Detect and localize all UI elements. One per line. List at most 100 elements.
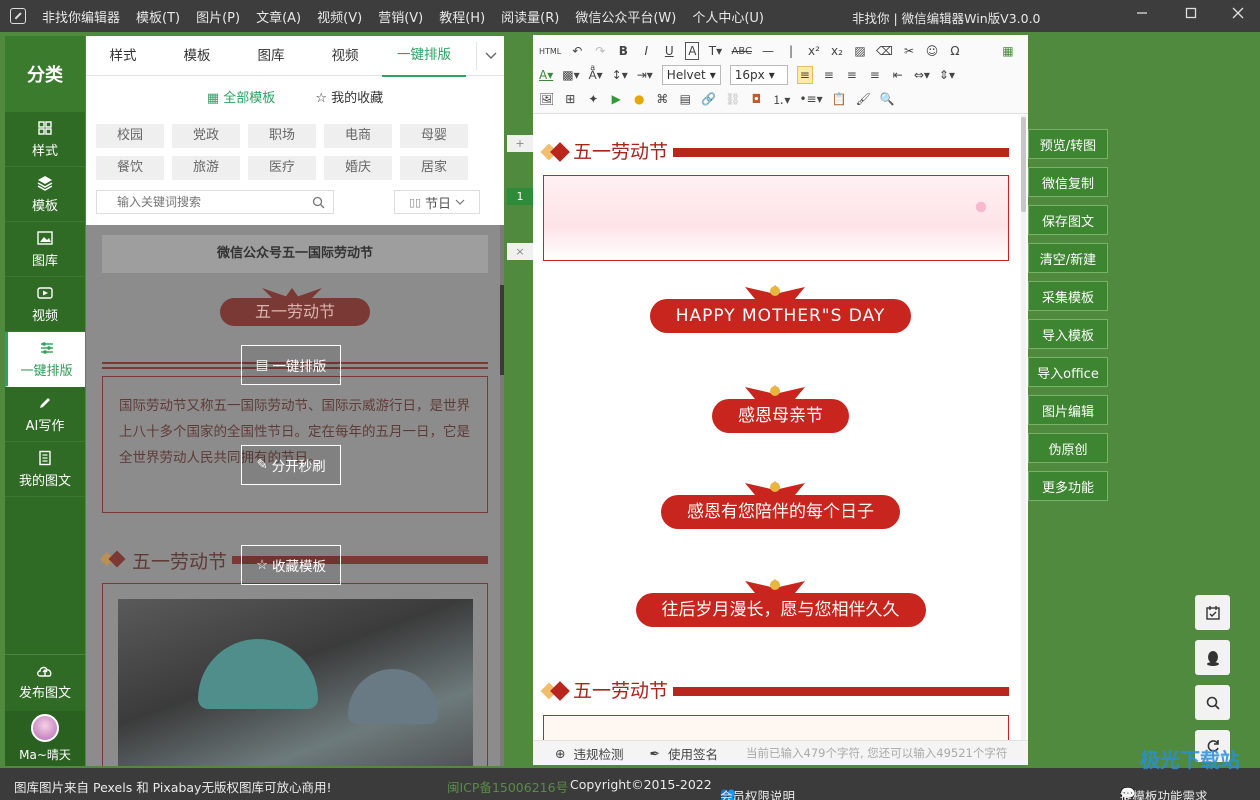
align-left-button[interactable]: ≡ <box>796 66 813 84</box>
rail-item-video[interactable]: 视频 <box>5 277 85 332</box>
strikethrough-button[interactable]: ABC <box>731 42 752 60</box>
unlink-icon[interactable]: ⛓ <box>725 90 740 108</box>
menu-item-home[interactable]: 非找你编辑器 <box>42 7 120 26</box>
indent-left-button[interactable]: ⇤ <box>891 66 905 84</box>
chip-baby[interactable]: 母婴 <box>400 124 468 148</box>
paste-icon[interactable]: 📋 <box>832 90 847 108</box>
chip-travel[interactable]: 旅游 <box>172 156 240 180</box>
menu-item-image[interactable]: 图片(P) <box>196 7 240 26</box>
separator-button[interactable]: | <box>784 42 798 60</box>
maximize-icon[interactable] <box>1181 6 1201 26</box>
template-preview[interactable]: 微信公众号五一国际劳动节 五一劳动节 国际劳动节又称五一国际劳动节、国际示威游行… <box>86 225 504 766</box>
line-height-button[interactable]: ↕▾ <box>612 66 628 84</box>
use-signature-button[interactable]: 使用签名 <box>668 744 718 763</box>
publish-button[interactable]: 发布图文 <box>5 654 85 709</box>
tab-gallery[interactable]: 图库 <box>234 36 308 76</box>
remove-block-button[interactable]: × <box>507 243 533 260</box>
wechat-copy-button[interactable]: 微信复制 <box>1028 167 1108 197</box>
play-video-icon[interactable]: ▶ <box>609 90 623 108</box>
clear-format-icon[interactable]: ✂ <box>902 42 916 60</box>
close-icon[interactable] <box>1228 6 1248 26</box>
clear-new-button[interactable]: 清空/新建 <box>1028 243 1108 273</box>
bold-button[interactable]: B <box>616 42 630 60</box>
search-icon[interactable] <box>312 196 325 209</box>
rail-item-template[interactable]: 模板 <box>5 167 85 222</box>
letter-spacing-button[interactable]: ⇔▾ <box>914 66 930 84</box>
import-template-button[interactable]: 导入模板 <box>1028 319 1108 349</box>
find-replace-icon[interactable]: 🔍 <box>880 90 895 108</box>
redo-icon[interactable]: ↷ <box>593 42 607 60</box>
background-pattern-icon[interactable]: ▨ <box>853 42 867 60</box>
table-icon[interactable]: ▤ <box>678 90 692 108</box>
font-size-adjust-button[interactable]: Aͣ▾ <box>589 66 603 84</box>
rail-item-onekey-layout[interactable]: 一键排版 <box>5 332 85 387</box>
collect-template-button[interactable]: 采集模板 <box>1028 281 1108 311</box>
chip-party[interactable]: 党政 <box>172 124 240 148</box>
onekey-layout-button[interactable]: ▤ 一键排版 <box>241 345 341 385</box>
eraser-icon[interactable]: ⌫ <box>876 42 893 60</box>
chip-wedding[interactable]: 婚庆 <box>324 156 392 180</box>
user-profile[interactable]: Ma~晴天 <box>5 711 85 766</box>
align-center-button[interactable]: ≡ <box>822 66 836 84</box>
chip-campus[interactable]: 校园 <box>96 124 164 148</box>
add-block-button[interactable]: + <box>507 135 533 152</box>
menu-item-marketing[interactable]: 营销(V) <box>378 7 423 26</box>
preview-convert-button[interactable]: 预览/转图 <box>1028 129 1108 159</box>
subtab-all-templates[interactable]: ▦ 全部模板 <box>207 87 275 106</box>
paragraph-spacing-button[interactable]: ⇕▾ <box>939 66 955 84</box>
menu-item-tutorial[interactable]: 教程(H) <box>439 7 485 26</box>
multi-image-icon[interactable]: ⊞ <box>563 90 577 108</box>
editor-scrollbar[interactable] <box>1021 115 1026 740</box>
menu-item-video[interactable]: 视频(V) <box>317 7 362 26</box>
chip-home[interactable]: 居家 <box>400 156 468 180</box>
menu-item-reads[interactable]: 阅读量(R) <box>501 7 559 26</box>
more-features-button[interactable]: 更多功能 <box>1028 471 1108 501</box>
brush-icon[interactable]: 🖌 <box>856 90 871 108</box>
chip-medical[interactable]: 医疗 <box>248 156 316 180</box>
footer-icp[interactable]: 闽ICP备15006216号 <box>447 777 568 796</box>
table-grid-icon[interactable]: ▦ <box>1001 42 1015 60</box>
ordered-list-icon[interactable]: ⒈▾ <box>772 90 790 108</box>
undo-icon[interactable]: ↶ <box>570 42 584 60</box>
html-source-button[interactable]: HTML <box>539 42 561 60</box>
rail-item-style[interactable]: 样式 <box>5 112 85 167</box>
pseudo-original-button[interactable]: 伪原创 <box>1028 433 1108 463</box>
preview-scrollbar[interactable] <box>500 225 504 766</box>
avatar[interactable] <box>31 714 59 742</box>
italic-button[interactable]: I <box>639 42 653 60</box>
map-icon[interactable]: ⌘ <box>655 90 669 108</box>
qq-icon[interactable] <box>1195 640 1230 675</box>
menu-item-article[interactable]: 文章(A) <box>256 7 301 26</box>
import-office-button[interactable]: 导入office <box>1028 357 1108 387</box>
indent-button[interactable]: ⇥▾ <box>637 66 653 84</box>
calendar-check-icon[interactable] <box>1195 595 1230 630</box>
menu-item-template[interactable]: 模板(T) <box>136 7 180 26</box>
unordered-list-icon[interactable]: •≡▾ <box>799 90 822 108</box>
link-icon[interactable]: 🔗 <box>701 90 716 108</box>
tab-style[interactable]: 样式 <box>86 36 160 76</box>
favorite-template-button[interactable]: ☆ 收藏模板 <box>241 545 341 585</box>
background-color-button[interactable]: ▩▾ <box>562 66 579 84</box>
block-index-badge[interactable]: 1 <box>507 188 533 205</box>
magic-wand-icon[interactable]: ✦ <box>586 90 600 108</box>
rail-item-my-articles[interactable]: 我的图文 <box>5 442 85 497</box>
festival-dropdown[interactable]: ▯▯ 节日 <box>394 190 480 214</box>
editor-canvas[interactable]: 五一劳动节 HAPPY MOTHER"S DAY 感恩母亲节 感恩有您陪伴的每个… <box>533 115 1028 740</box>
music-icon[interactable]: ● <box>632 90 646 108</box>
underline-button[interactable]: U <box>662 42 676 60</box>
tab-onekey-layout[interactable]: 一键排版 <box>382 35 466 77</box>
search-icon[interactable] <box>1195 685 1230 720</box>
emoji-icon[interactable]: ☺ <box>925 42 939 60</box>
tab-template[interactable]: 模板 <box>160 36 234 76</box>
superscript-button[interactable]: x² <box>807 42 821 60</box>
align-justify-button[interactable]: ≡ <box>868 66 882 84</box>
menu-item-wechat-platform[interactable]: 微信公众平台(W) <box>575 7 676 26</box>
chevron-down-icon[interactable] <box>476 42 504 70</box>
horizontal-rule-button[interactable]: — <box>761 42 775 60</box>
minimize-icon[interactable] <box>1132 6 1152 26</box>
anchor-icon[interactable]: ◘ <box>749 90 763 108</box>
rail-item-ai-writing[interactable]: AI写作 <box>5 387 85 442</box>
chip-food[interactable]: 餐饮 <box>96 156 164 180</box>
subtab-favorites[interactable]: ☆ 我的收藏 <box>315 87 383 106</box>
align-right-button[interactable]: ≡ <box>845 66 859 84</box>
